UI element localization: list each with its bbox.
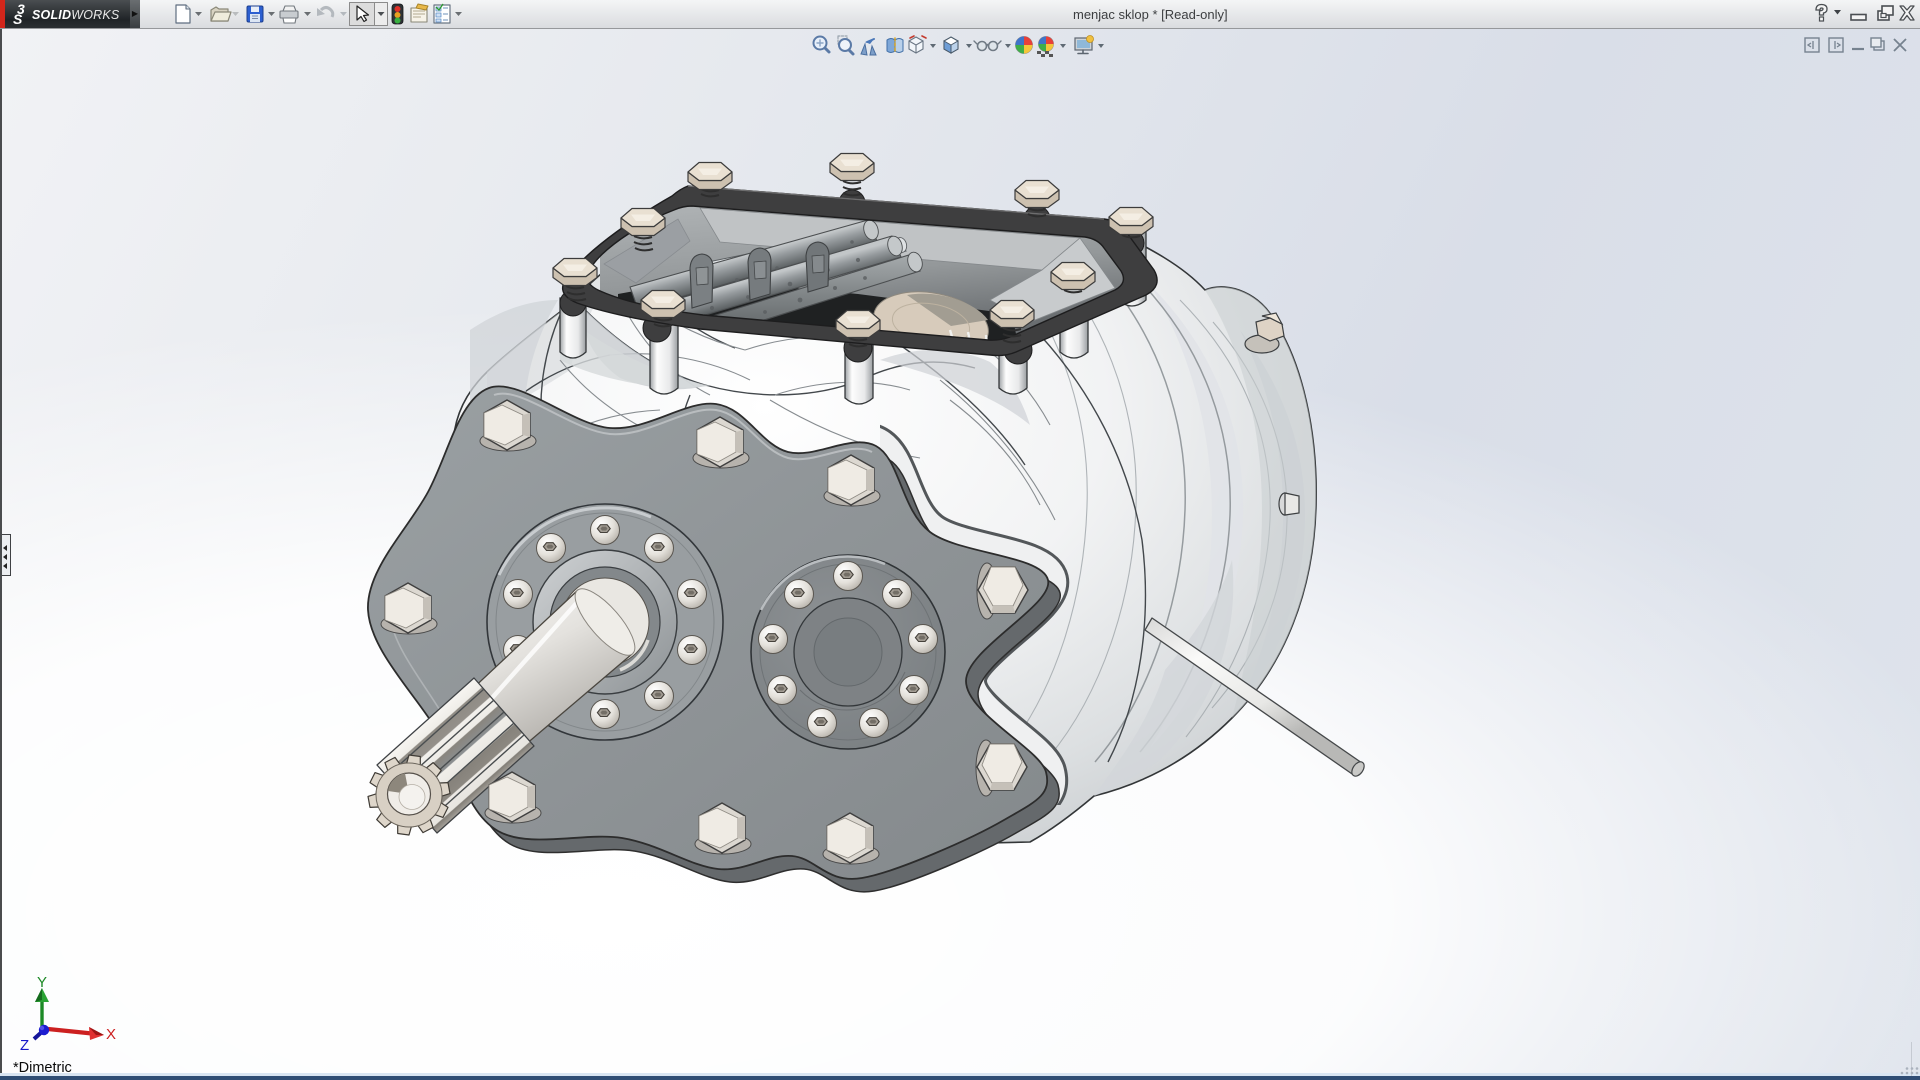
svg-text:SOLIDWORKS: SOLIDWORKS xyxy=(32,8,120,22)
svg-text:X: X xyxy=(106,1026,116,1043)
svg-text:S: S xyxy=(13,11,23,27)
svg-text:Z: Z xyxy=(20,1037,29,1054)
